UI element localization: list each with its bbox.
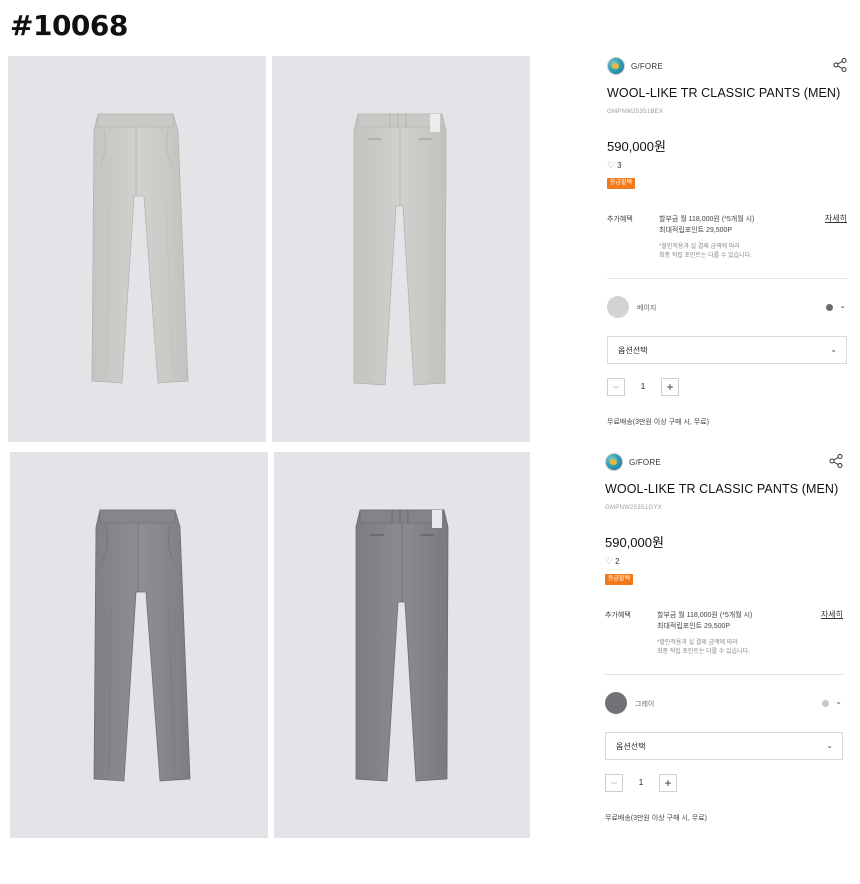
page-id-label: #10068 (10, 9, 128, 42)
color-dot-icon[interactable] (822, 700, 829, 707)
pants-front-illustration (93, 509, 191, 782)
shipping-info: 무료배송(3만원 이상 구매 시, 무료) (607, 419, 709, 426)
member-discount-badge: 등급할택 (607, 178, 636, 189)
section-divider (607, 278, 847, 279)
like-count: 2 (615, 557, 620, 566)
points-note: 최종 적립 포인트는 다를 수 있습니다. (657, 649, 750, 655)
heart-icon: ♡ (607, 160, 616, 170)
quantity-value[interactable]: 1 (623, 774, 659, 792)
pants-front-illustration (91, 113, 189, 384)
shipping-info: 무료배송(3만원 이상 구매 시, 무료) (605, 815, 707, 822)
brand-name: G/FORE (629, 457, 661, 467)
color-name: 그레이 (635, 701, 655, 708)
quantity-increase-button[interactable]: + (659, 774, 677, 792)
product-detail-panel: G/FORE WOOL-LIKE TR CLASSIC PANTS (MEN) … (605, 452, 843, 852)
product-price: 590,000원 (607, 139, 666, 154)
installment-info: 할부금 월 118,000원 (*5개월 시) (659, 216, 755, 223)
benefit-detail-link[interactable]: 자세히 (821, 609, 843, 620)
share-icon[interactable] (829, 454, 843, 468)
benefit-label: 추가혜택 (607, 216, 633, 223)
brand-row[interactable]: G/FORE (605, 452, 845, 472)
installment-info: 할부금 월 118,000원 (*5개월 시) (657, 612, 753, 619)
benefit-detail-link[interactable]: 자세히 (825, 213, 847, 224)
points-note: *할인적용과 실 결제 금액에 따라 (659, 244, 740, 250)
option-select[interactable]: 옵션선택 ⌄ (605, 732, 843, 760)
points-info: 최대적립포인트 29,500P (659, 227, 733, 234)
share-icon[interactable] (833, 58, 847, 72)
like-button[interactable]: ♡ 3 (607, 160, 622, 171)
color-dot-icon[interactable] (826, 304, 833, 311)
quantity-increase-button[interactable]: + (661, 378, 679, 396)
like-button[interactable]: ♡ 2 (605, 556, 620, 567)
product-image-gray-front[interactable] (10, 452, 268, 838)
quantity-decrease-button[interactable]: − (607, 378, 625, 396)
quantity-decrease-button[interactable]: − (605, 774, 623, 792)
pants-back-illustration (353, 113, 447, 386)
like-count: 3 (617, 161, 622, 170)
section-divider (605, 674, 843, 675)
color-name: 베이지 (637, 305, 657, 312)
brand-row[interactable]: G/FORE (607, 56, 847, 76)
product-image-gray-back[interactable] (274, 452, 530, 838)
color-swatch[interactable] (605, 692, 627, 714)
chevron-down-icon[interactable]: ⌄ (835, 697, 842, 706)
chevron-down-icon[interactable]: ⌄ (839, 301, 846, 310)
option-select[interactable]: 옵션선택 ⌄ (607, 336, 847, 364)
points-note: *할인적용과 실 결제 금액에 따라 (657, 640, 738, 646)
chevron-down-icon: ⌄ (830, 345, 837, 354)
pants-back-illustration (355, 509, 449, 782)
product-image-beige-front[interactable] (8, 56, 266, 442)
points-note: 최종 적립 포인트는 다를 수 있습니다. (659, 253, 752, 259)
product-code: GMPNW25351BEX (607, 109, 664, 115)
product-price: 590,000원 (605, 535, 664, 550)
option-select-label: 옵션선택 (616, 742, 646, 751)
product-image-beige-back[interactable] (272, 56, 530, 442)
benefit-label: 추가혜택 (605, 612, 631, 619)
brand-logo-icon (607, 57, 625, 75)
heart-icon: ♡ (605, 556, 614, 566)
points-info: 최대적립포인트 29,500P (657, 623, 731, 630)
product-title: WOOL-LIKE TR CLASSIC PANTS (MEN) (607, 86, 841, 100)
brand-name: G/FORE (631, 61, 663, 71)
brand-logo-icon (605, 453, 623, 471)
product-title: WOOL-LIKE TR CLASSIC PANTS (MEN) (605, 482, 839, 496)
option-select-label: 옵션선택 (618, 346, 648, 355)
product-code: GMPNW25351GYX (605, 505, 662, 511)
chevron-down-icon: ⌄ (826, 741, 833, 750)
product-detail-panel: G/FORE WOOL-LIKE TR CLASSIC PANTS (MEN) … (607, 56, 847, 456)
color-swatch[interactable] (607, 296, 629, 318)
quantity-value[interactable]: 1 (625, 378, 661, 396)
member-discount-badge: 등급할택 (605, 574, 634, 585)
